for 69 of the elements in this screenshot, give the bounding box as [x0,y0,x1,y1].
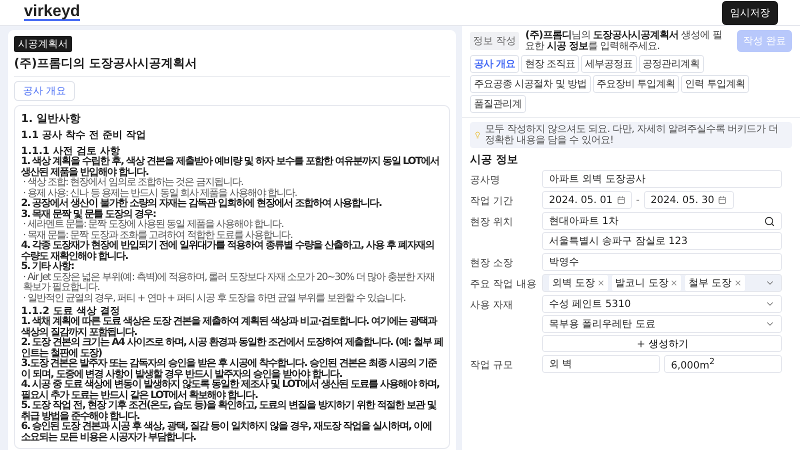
section-heading: 1. 일반사항 [21,111,82,126]
section-tab[interactable]: 공사 개요 [470,55,519,73]
clause-text: 6. 승인된 도장 견본과 시공 후 색상, 광택, 질감 등이 일치하지 않을 경우, 재도장 작업을 실시하며, 이에 소요되는 모든 비용은 시공자가 부담합니다. [21,422,433,443]
section-tab[interactable]: 세부공정표 [581,55,637,73]
remove-icon[interactable] [734,279,742,287]
logo[interactable]: virkeyd [24,4,80,21]
field-label: 주요 작업 내용 [470,278,538,292]
text-field[interactable]: 외 벽 [542,355,660,373]
clause-text: · 용제 사용: 신나 등 용제는 반드시 동일 회사 제품을 사용해야 합니다. [22,188,297,198]
clause-heading: 1.1.2 도료 색상 결정 [21,306,121,317]
clause-text: 2. 도장 견본의 크기는 A4 사이즈로 하며, 시공 환경과 동일한 조건에서 도장하여 제출합니다. (예: 철부 페인트는 철판에 도장) [21,338,443,358]
form-intro: (주)프롬디님의 도장공사시공계획서 생성에 필요한 시공 정보를 입력해주세요. [525,30,723,52]
notice-text: 모두 작성하지 않으셔도 되요. 다만, 자세히 알려주실수록 버키드가 더 정확한 내용을 담을 수 있어요! [485,124,779,146]
document-title: (주)프롬디의 도장공사시공계획서 [14,55,450,77]
multi-select-field[interactable]: 외벽 도장 발코니 도장 철부 도장 [542,274,782,292]
select-field[interactable]: 수성 페인트 5310 [542,295,782,313]
clause-text: · 목재 문틀: 문짝 도장과 조화를 고려하여 적합한 도료를 사용합니다. [22,230,294,240]
section-tab[interactable]: 공정관리계획 [638,55,704,73]
section-tab[interactable]: 주요장비 투입계획 [592,75,680,93]
section-tab[interactable]: 품질관리계 [470,95,526,113]
field-label: 사용 자재 [470,299,514,313]
date-field[interactable]: 2024. 05. 01 [542,191,632,209]
clause-text: · 세라멘트 문틀: 문짝 도장에 사용된 동일 제품을 사용해야 합니다. [22,220,284,230]
section-button[interactable]: 공사 개요 [14,81,76,101]
calendar-icon [718,195,727,205]
step-tag: 정보 작성 [470,32,520,50]
clause-text: · 색상 조합: 현장에서 임의로 조합하는 것은 금지됩니다. [22,178,244,188]
clause-text: 4. 시공 중 도료 색상에 변동이 발생하지 않도록 동일한 제조사 및 LOT에서 생산된 도료를 사용해야 하며, 필요시 추가 도료는 반드시 같은 LOT에서 확보해야 합니다. [21,380,440,400]
clause-text: · 일반적인 균열의 경우, 퍼티 + 연마 + 퍼티 시공 후 도장을 하면 균열 부위를 보완할 수 있습니다. [22,294,406,304]
clause-text: 3. 목재 문짝 및 문틀 도장의 경우: [21,210,156,220]
tag-chip[interactable]: 발코니 도장 [612,275,682,291]
clause-text: 3.도장 견본은 발주자 또는 감독자의 승인을 받은 후 시공에 착수합니다. 승인된 견본은 최종 시공의 기준이 되며, 도중에 변경 사항이 발생할 경우 반드시 발주자의 승인을 받아야 합니다. [21,359,437,380]
field-label: 현장 소장 [470,257,514,271]
field-label: 작업 규모 [470,359,514,373]
clause-text: 4. 각종 도장재가 현장에 반입되기 전에 일위대가를 적용하여 종류별 수량을 산출하고, 사용 후 폐자재의 수량도 재확인해야 합니다. [21,241,435,262]
search-field[interactable]: 현대아파트 1차 [542,212,782,230]
date-field[interactable]: 2024. 05. 30 [644,191,734,209]
section-tab[interactable]: 현장 조직표 [520,55,580,73]
clause-text: · Air Jet 도장은 넓은 부위(예: 측벽)에 적용하며, 롤러 도장보다 자재 소모가 20~30% 더 많아 충분한 자재 확보가 필요합니다. [22,272,436,294]
text-field[interactable]: 아파트 외벽 도장공사 [542,170,782,188]
section-title: 시공 정보 [470,152,519,167]
select-field[interactable]: 목부용 폴리우레탄 도료 [542,315,782,333]
text-field[interactable]: 6,000m$^{2}$ [664,355,782,373]
date-separator: - [636,194,640,206]
clause-text: 5. 기타 사항: [21,262,75,272]
search-icon [764,216,775,226]
tag-chip[interactable]: 외벽 도장 [549,275,608,291]
clause-text: 1. 색채 계획에 따른 도료 색상은 도장 견본을 제출하여 계획된 색상과 비교·검토합니다. 여기에는 광택과 색상의 질감까지 포함됩니다. [21,317,438,338]
lightbulb-icon [474,130,482,140]
calendar-icon [616,195,625,205]
address-field[interactable]: 서울특별시 송파구 잠실로 123 [542,232,782,250]
field-label: 작업 기간 [470,195,514,209]
clause-text: 2. 공장에서 생산이 불가한 소량의 자재는 감독관 입회하에 현장에서 조합하여 사용합니다. [21,199,382,209]
section-tab[interactable]: 인력 투입계획 [681,75,749,93]
clause-text: 5. 도장 작업 전, 현장 기후 조건(온도, 습도 등)을 확인하고, 도료의 변질을 방지하기 위한 적절한 보관 및 취급 방법을 준수해야 합니다. [21,401,438,422]
tag-chip[interactable]: 철부 도장 [685,275,745,291]
subsection-heading: 1.1 공사 착수 전 준비 작업 [21,129,148,142]
save-button[interactable]: 임시저장 [722,0,778,24]
remove-icon[interactable] [597,279,606,287]
clause-heading: 1.1.1 사전 검토 사항 [21,146,120,157]
add-button[interactable]: 생성하기 [542,335,782,352]
field-label: 공사명 [470,174,501,188]
field-label: 현장 위치 [470,216,514,230]
document-badge: 시공계획서 [14,36,72,52]
plus-icon [636,338,646,348]
clause-text: 1. 색상 계획을 수립한 후, 색상 견본을 제출받아 예비량 및 하자 보수를 포함한 여유분까지 동일 LOT에서 생산된 제품을 반입해야 합니다. [21,157,440,178]
remove-icon[interactable] [670,279,678,287]
section-tab[interactable]: 주요공종 시공절차 및 방법 [470,75,591,93]
text-field[interactable]: 박영수 [542,253,782,271]
